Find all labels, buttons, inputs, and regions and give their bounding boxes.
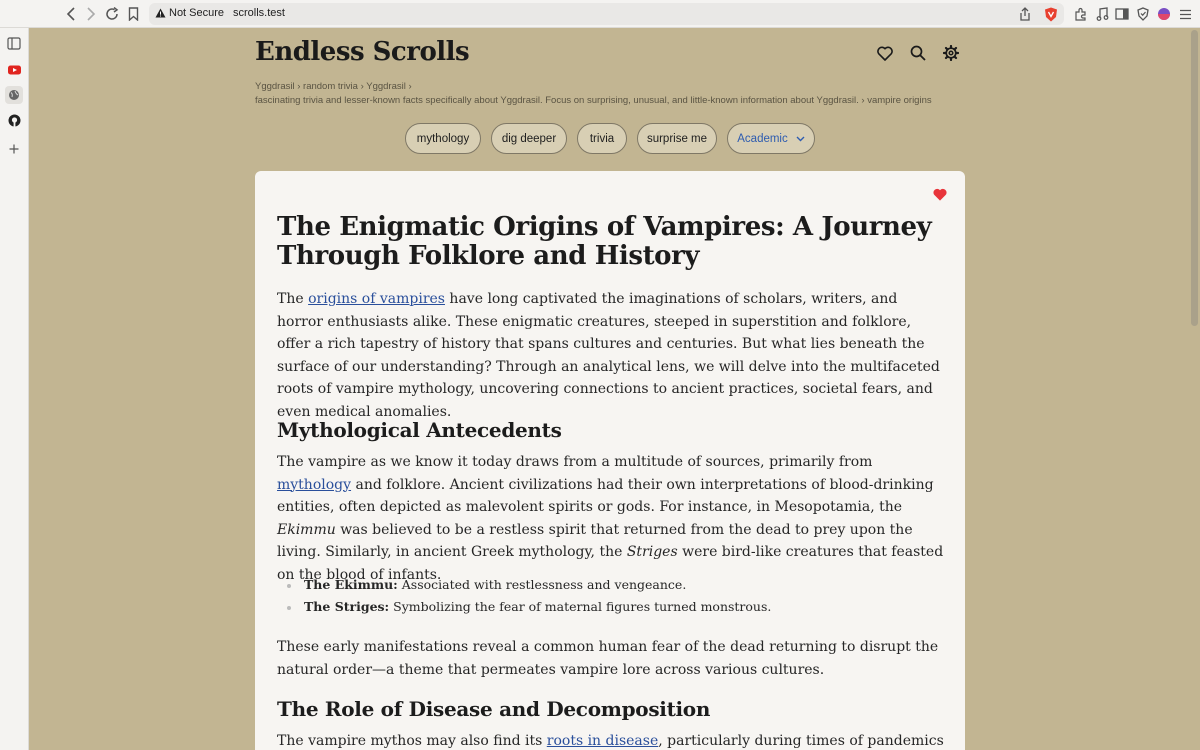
profile-avatar-icon[interactable] (1155, 5, 1173, 23)
chevron-down-icon (796, 136, 805, 141)
browser-sidebar (0, 28, 29, 750)
section-heading: Mythological Antecedents (277, 418, 562, 442)
bullet-list: The Ekimmu: Associated with restlessness… (277, 574, 947, 618)
gear-icon[interactable] (942, 44, 960, 62)
section-paragraph: These early manifestations reveal a comm… (277, 639, 939, 678)
youtube-icon[interactable] (5, 61, 23, 79)
heart-icon[interactable] (876, 44, 894, 62)
scrollbar[interactable] (1191, 30, 1198, 326)
breadcrumb-line[interactable]: Yggdrasil › random trivia › Yggdrasil › (255, 80, 955, 94)
style-select[interactable]: Academic (727, 123, 815, 154)
forward-icon[interactable] (82, 5, 100, 23)
link-roots-in-disease[interactable]: roots in disease (547, 733, 658, 749)
breadcrumb: Yggdrasil › random trivia › Yggdrasil › … (255, 80, 955, 108)
search-icon[interactable] (909, 44, 927, 62)
favorite-heart-icon[interactable] (933, 188, 947, 201)
chip-trivia[interactable]: trivia (577, 123, 627, 154)
article-card: The Enigmatic Origins of Vampires: A Jou… (255, 171, 965, 750)
breadcrumb-line[interactable]: fascinating trivia and lesser-known fact… (255, 94, 955, 108)
globe-icon[interactable] (5, 86, 23, 104)
back-icon[interactable] (62, 5, 80, 23)
section-paragraph: The vampire as we know it today draws fr… (277, 454, 944, 583)
chip-surprise-me[interactable]: surprise me (637, 123, 717, 154)
chip-dig-deeper[interactable]: dig deeper (491, 123, 567, 154)
section-heading: The Role of Disease and Decomposition (277, 697, 711, 721)
link-origins-of-vampires[interactable]: origins of vampires (308, 291, 445, 307)
url-host[interactable]: scrolls.test (233, 7, 285, 19)
warning-icon (155, 8, 166, 18)
share-icon[interactable] (1016, 5, 1034, 23)
add-icon[interactable] (5, 140, 23, 158)
extensions-icon[interactable] (1072, 5, 1090, 23)
github-icon[interactable] (5, 111, 23, 129)
browser-toolbar: Not Secure scrolls.test (0, 0, 1200, 28)
vpn-shield-icon[interactable] (1134, 5, 1152, 23)
list-item: The Striges: Symbolizing the fear of mat… (277, 596, 947, 618)
style-select-value: Academic (737, 132, 788, 145)
panel-icon[interactable] (5, 34, 23, 52)
music-icon[interactable] (1093, 5, 1111, 23)
address-bar[interactable] (149, 3, 1064, 25)
chip-mythology[interactable]: mythology (405, 123, 481, 154)
menu-icon[interactable] (1176, 5, 1194, 23)
security-label[interactable]: Not Secure (169, 7, 224, 19)
sidebar-toggle-icon[interactable] (1113, 5, 1131, 23)
section-paragraph: The vampire mythos may also find its roo… (277, 733, 944, 749)
list-item: The Ekimmu: Associated with restlessness… (277, 574, 947, 596)
bookmark-icon[interactable] (124, 5, 142, 23)
article-title: The Enigmatic Origins of Vampires: A Jou… (277, 212, 932, 271)
site-title[interactable]: Endless Scrolls (255, 37, 470, 67)
reload-icon[interactable] (103, 5, 121, 23)
intro-paragraph: The origins of vampires have long captiv… (277, 291, 940, 420)
brave-shield-icon[interactable] (1042, 5, 1060, 23)
link-mythology[interactable]: mythology (277, 477, 351, 493)
